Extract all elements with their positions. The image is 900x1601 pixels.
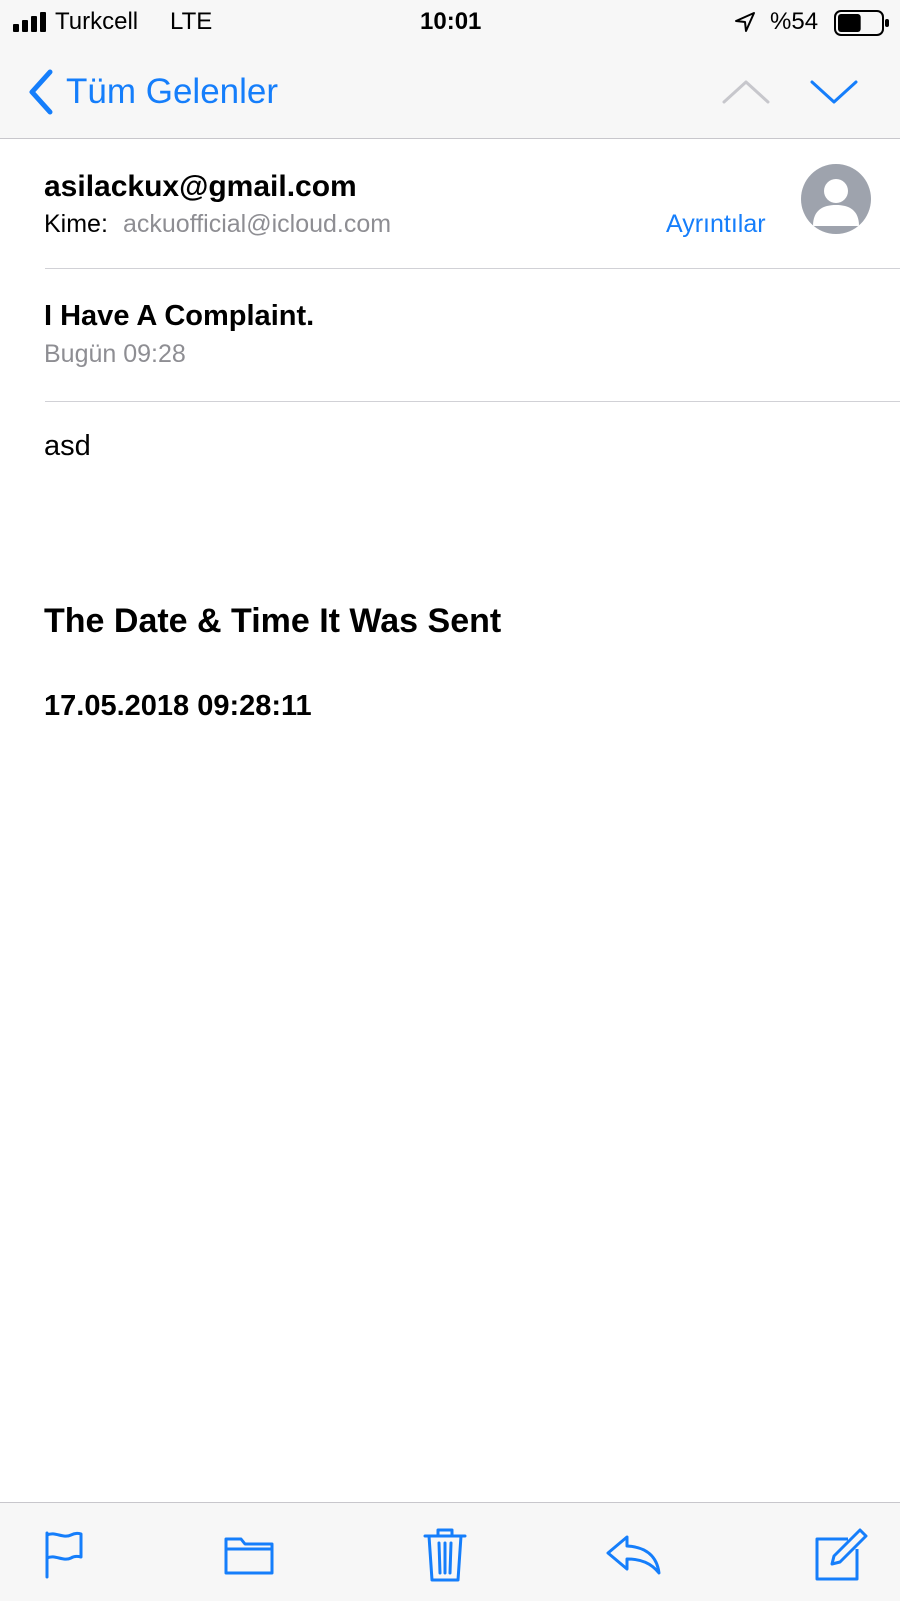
reply-button[interactable]: [604, 1525, 664, 1585]
carrier-name: Turkcell: [55, 8, 139, 35]
back-label[interactable]: Tüm Gelenler: [66, 72, 278, 112]
battery-percent: %54: [770, 8, 819, 35]
navigation-bar: Tüm Gelenler: [0, 44, 900, 139]
compose-button[interactable]: [810, 1525, 870, 1585]
folder-icon: [223, 1533, 275, 1577]
flag-button[interactable]: [33, 1525, 93, 1585]
battery-icon: [834, 10, 890, 36]
recipient-address[interactable]: ackuofficial@icloud.com: [123, 210, 391, 239]
email-body-heading: The Date & Time It Was Sent: [44, 602, 502, 640]
chevron-up-icon: [720, 72, 772, 112]
delete-button[interactable]: [415, 1525, 475, 1585]
details-link[interactable]: Ayrıntılar: [666, 210, 766, 239]
sender-address[interactable]: asilackux@gmail.com: [44, 170, 357, 204]
next-message-button[interactable]: [808, 72, 860, 112]
trash-icon: [422, 1527, 468, 1583]
status-time: 10:01: [420, 8, 482, 35]
reply-icon: [605, 1533, 663, 1577]
chevron-left-icon: [26, 68, 56, 116]
email-body-timestamp: 17.05.2018 09:28:11: [44, 690, 312, 722]
avatar[interactable]: [801, 164, 871, 234]
status-bar: Turkcell LTE 10:01 %54: [0, 0, 900, 44]
email-body-text: asd: [44, 430, 91, 462]
flag-icon: [39, 1529, 87, 1581]
subject-divider: [45, 401, 900, 402]
email-subject: I Have A Complaint.: [44, 300, 315, 332]
previous-message-button[interactable]: [720, 72, 772, 112]
move-to-folder-button[interactable]: [219, 1525, 279, 1585]
compose-icon: [812, 1527, 868, 1583]
signal-bars-icon: [13, 12, 49, 32]
location-arrow-icon: [734, 11, 756, 33]
chevron-down-icon: [808, 72, 860, 112]
person-icon: [801, 164, 871, 234]
network-type: LTE: [170, 8, 213, 35]
bottom-toolbar: [0, 1502, 900, 1601]
header-divider: [45, 268, 900, 269]
recipient-label: Kime:: [44, 210, 108, 238]
email-date: Bugün 09:28: [44, 340, 186, 368]
